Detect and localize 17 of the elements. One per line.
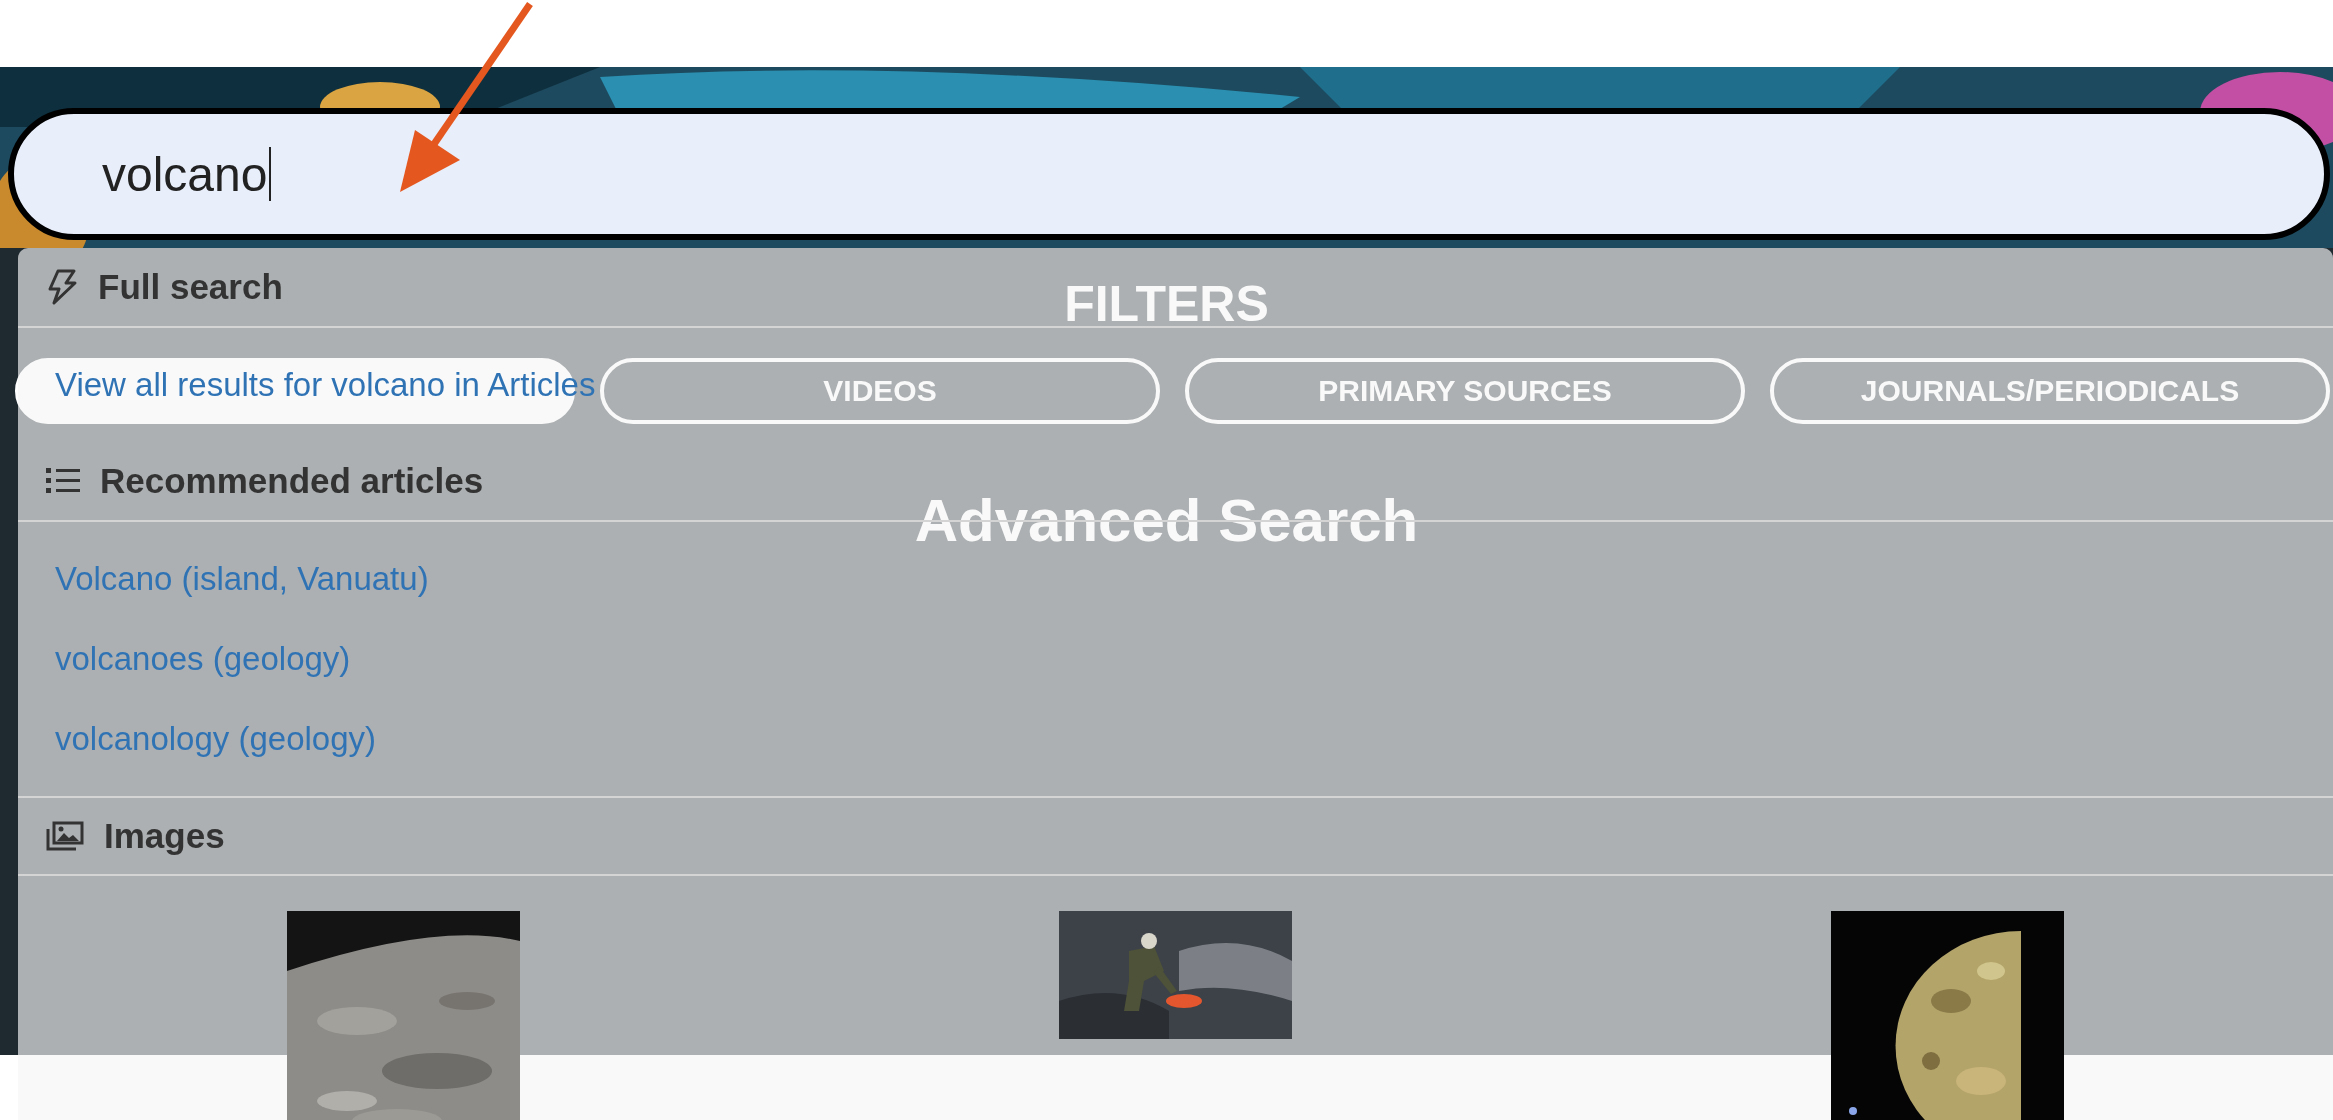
page-heading: Advanced Search — [914, 486, 1419, 555]
result-link[interactable]: View all results for volcano in Articles — [55, 345, 596, 425]
result-link[interactable]: volcanoes (geology) — [55, 619, 351, 699]
list-icon — [46, 467, 80, 495]
text-cursor — [269, 147, 272, 201]
images-icon — [46, 821, 84, 851]
section-title: Recommended articles — [100, 461, 484, 501]
filter-tab[interactable]: JOURNALS/PERIODICALS — [1770, 358, 2330, 424]
filter-tab[interactable]: PRIMARY SOURCES — [1185, 358, 1745, 424]
lightning-icon — [46, 269, 78, 305]
filters-title: FILTERS — [1064, 275, 1269, 333]
section-title: Images — [104, 816, 225, 856]
result-link[interactable]: volcanology (geology) — [55, 699, 377, 779]
filter-tab[interactable]: VIDEOS — [600, 358, 1160, 424]
result-link[interactable]: Volcano (island, Vanuatu) — [55, 539, 429, 619]
search-field[interactable]: volcano — [8, 108, 2330, 240]
section-title: Full search — [98, 267, 283, 307]
